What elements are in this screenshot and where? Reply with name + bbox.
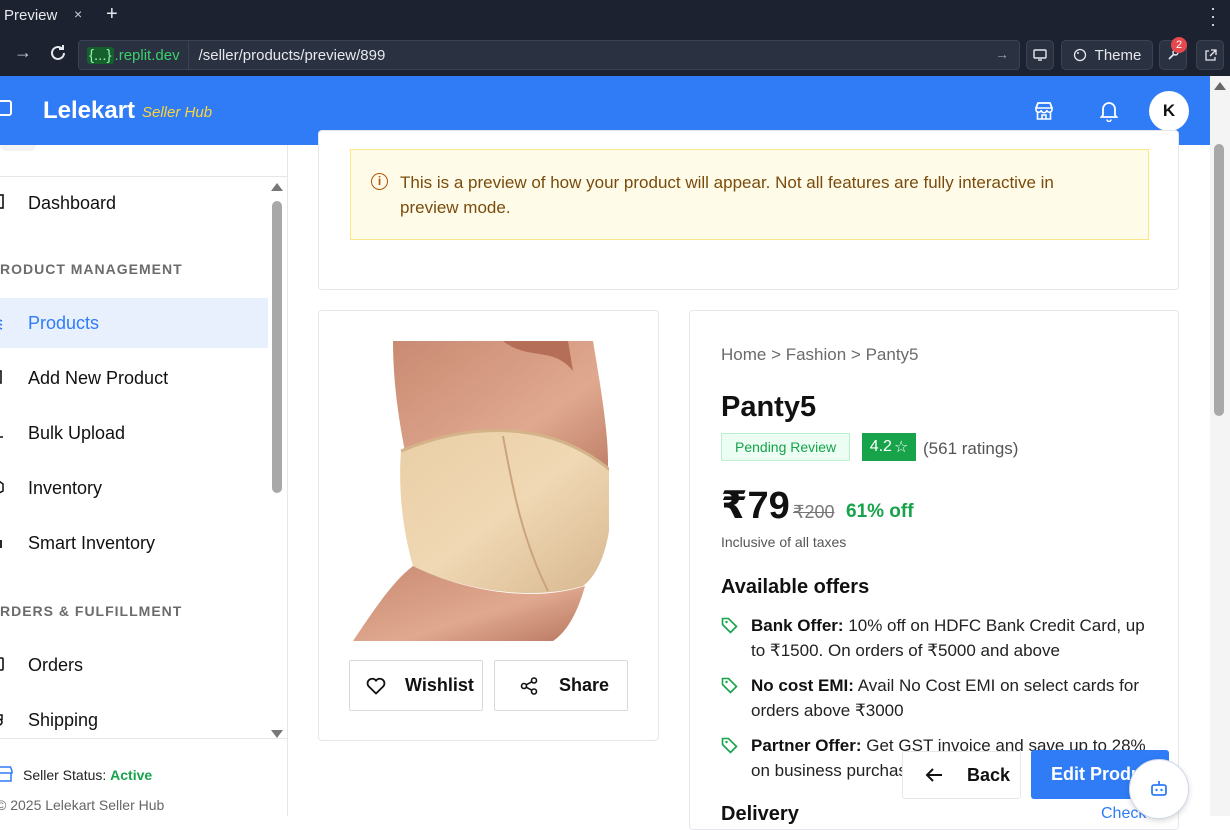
address-bar-row: → {...} .replit.dev /seller/products/prev… bbox=[0, 30, 1230, 76]
product-image-card: Wishlist Share bbox=[318, 310, 659, 741]
tab-close-icon[interactable]: × bbox=[74, 6, 82, 22]
browser-tab-bar: Preview × + · · · bbox=[0, 0, 1230, 33]
divider bbox=[0, 176, 287, 177]
sidebar-item-smart-inventory[interactable]: Smart Inventory bbox=[0, 518, 268, 568]
arrow-left-icon bbox=[925, 768, 942, 782]
product-title: Panty5 bbox=[721, 391, 817, 423]
tools-button[interactable]: 2 bbox=[1159, 37, 1187, 70]
package-plus-icon bbox=[0, 370, 2, 384]
sidebar-toggle-icon[interactable] bbox=[0, 100, 12, 116]
section-product-management: RODUCT MANAGEMENT bbox=[0, 261, 183, 277]
browser-menu-icon[interactable]: · · · bbox=[1210, 0, 1216, 33]
devices-button[interactable] bbox=[1026, 40, 1054, 70]
scroll-down-icon[interactable] bbox=[271, 730, 283, 738]
preview-notice-card: i This is a preview of how your product … bbox=[318, 130, 1179, 290]
dashboard-icon bbox=[0, 194, 4, 209]
assistant-fab[interactable] bbox=[1129, 759, 1189, 819]
sidebar-item-orders[interactable]: Orders bbox=[0, 640, 268, 690]
back-button[interactable]: Back bbox=[902, 751, 1021, 799]
url-go-icon[interactable]: → bbox=[995, 46, 1009, 62]
sidebar-scrollbar[interactable] bbox=[270, 183, 286, 738]
open-external-button[interactable] bbox=[1196, 40, 1224, 70]
breadcrumb[interactable]: Home > Fashion > Panty5 bbox=[721, 345, 919, 365]
copyright-text: © 2025 Lelekart Seller Hub bbox=[0, 797, 165, 813]
tag-icon bbox=[721, 677, 738, 694]
product-price: ₹79 bbox=[721, 485, 790, 527]
brand-subtitle: Seller Hub bbox=[142, 104, 213, 121]
bot-icon bbox=[1151, 781, 1167, 796]
share-button[interactable]: Share bbox=[494, 660, 628, 711]
product-image[interactable] bbox=[353, 341, 612, 641]
tag-icon bbox=[721, 617, 738, 634]
sidebar-item-add-new-product[interactable]: Add New Product bbox=[0, 353, 268, 403]
tax-note: Inclusive of all taxes bbox=[721, 534, 847, 550]
theme-label: Theme bbox=[1094, 46, 1142, 64]
store-icon bbox=[0, 766, 13, 782]
preview-notice-text: This is a preview of how your product wi… bbox=[400, 173, 1054, 217]
page-scrollbar[interactable] bbox=[1210, 76, 1230, 816]
discount-text: 61% off bbox=[846, 501, 914, 522]
scrollbar-thumb[interactable] bbox=[1214, 144, 1224, 416]
tag-icon bbox=[721, 737, 738, 754]
delivery-heading: Delivery bbox=[721, 803, 799, 825]
chart-icon bbox=[0, 540, 2, 548]
browser-tab[interactable]: Preview × bbox=[0, 0, 96, 30]
url-field[interactable]: {...} .replit.dev /seller/products/previe… bbox=[78, 40, 1020, 70]
scrollbar-thumb[interactable] bbox=[272, 201, 282, 493]
status-badge: Pending Review bbox=[721, 433, 851, 461]
product-mrp: ₹200 bbox=[793, 502, 835, 522]
new-tab-button[interactable]: + bbox=[106, 3, 118, 26]
forward-icon[interactable]: → bbox=[14, 42, 32, 63]
theme-button[interactable]: Theme bbox=[1061, 40, 1153, 70]
reload-icon[interactable] bbox=[48, 43, 68, 68]
layers-icon bbox=[0, 319, 3, 330]
info-icon: i bbox=[371, 173, 388, 190]
wishlist-button[interactable]: Wishlist bbox=[349, 660, 483, 711]
user-avatar[interactable]: K bbox=[1149, 91, 1189, 131]
seller-status-value: Active bbox=[110, 767, 153, 783]
tab-title: Preview bbox=[4, 6, 58, 24]
url-path: /seller/products/preview/899 bbox=[198, 46, 386, 64]
sidebar-item-dashboard[interactable]: Dashboard bbox=[0, 178, 268, 228]
sidebar-item-products[interactable]: Products bbox=[0, 298, 268, 348]
sidebar: Dashboard RODUCT MANAGEMENT Products Add… bbox=[0, 145, 288, 816]
monitor-icon bbox=[1033, 49, 1047, 61]
scroll-up-icon[interactable] bbox=[1214, 82, 1226, 90]
external-link-icon bbox=[1204, 48, 1217, 61]
upload-icon bbox=[0, 436, 3, 438]
section-orders-fulfillment: RDERS & FULFILLMENT bbox=[0, 603, 183, 619]
clipboard-icon bbox=[0, 657, 4, 671]
box-icon bbox=[0, 480, 4, 494]
scroll-up-icon[interactable] bbox=[271, 183, 283, 191]
seller-status: Seller Status: Active bbox=[23, 767, 153, 783]
star-icon: ☆ bbox=[893, 439, 909, 456]
sidebar-profile-edge bbox=[0, 145, 36, 151]
ratings-count: (561 ratings) bbox=[923, 439, 1019, 458]
url-domain: {...} .replit.dev bbox=[79, 41, 189, 69]
preview-notice: i This is a preview of how your product … bbox=[350, 149, 1149, 240]
share-icon bbox=[520, 676, 538, 695]
notification-badge: 2 bbox=[1171, 37, 1187, 53]
brand-logo[interactable]: Lelekart bbox=[43, 97, 135, 125]
offers-heading: Available offers bbox=[721, 576, 870, 598]
bell-icon[interactable] bbox=[1099, 100, 1119, 127]
heart-icon bbox=[366, 677, 386, 695]
sidebar-item-inventory[interactable]: Inventory bbox=[0, 463, 268, 513]
rating-badge: 4.2 ☆ bbox=[862, 433, 916, 461]
truck-icon bbox=[0, 714, 3, 726]
store-icon[interactable] bbox=[1033, 100, 1055, 127]
sidebar-item-bulk-upload[interactable]: Bulk Upload bbox=[0, 408, 268, 458]
sidebar-footer: Seller Status: Active © 2025 Lelekart Se… bbox=[0, 738, 287, 816]
palette-icon bbox=[1073, 48, 1086, 62]
